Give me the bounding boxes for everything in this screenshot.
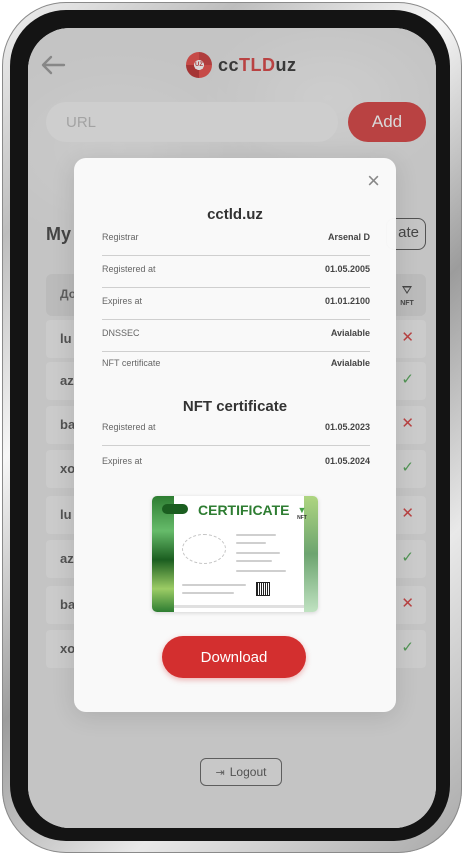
certificate-nft-label: NFT xyxy=(297,515,307,521)
certificate-text-line xyxy=(236,570,286,572)
info-value: Avialable xyxy=(330,328,370,338)
certificate-nft-mark: ▼ NFT xyxy=(294,505,310,522)
certificate-text-line xyxy=(236,560,272,562)
info-row-registered: Registered at 01.05.2005 xyxy=(102,256,370,288)
modal-domain-title: cctld.uz xyxy=(207,206,263,223)
info-label: DNSSEC xyxy=(102,328,140,338)
info-label: Registered at xyxy=(102,422,156,432)
info-value: 01.05.2005 xyxy=(324,264,370,274)
certificate-text-line xyxy=(236,552,280,554)
info-value: Arsenal D xyxy=(327,232,370,242)
download-button[interactable]: Download xyxy=(162,636,306,678)
nft-logo-icon: ▼ xyxy=(297,505,307,515)
info-row-registrar: Registrar Arsenal D xyxy=(102,224,370,256)
certificate-badge xyxy=(162,504,188,514)
app-screen: UZ ccTLDuz Add My ate До NFT lu ✕ az ✓ b… xyxy=(28,28,436,828)
info-label: Registered at xyxy=(102,264,156,274)
certificate-title: CERTIFICATE xyxy=(198,502,290,518)
info-row-expires: Expires at 01.01.2100 xyxy=(102,288,370,320)
certificate-qr-icon xyxy=(256,582,270,596)
info-value: 01.05.2023 xyxy=(324,422,370,432)
certificate-text-line xyxy=(182,584,246,586)
domain-info-modal: × cctld.uz Registrar Arsenal D Registere… xyxy=(74,158,396,712)
info-value: Avialable xyxy=(330,358,370,368)
certificate-text-line xyxy=(236,534,276,536)
info-label: Expires at xyxy=(102,456,143,466)
info-label: NFT certificate xyxy=(102,358,161,368)
info-value: 01.01.2100 xyxy=(324,296,370,306)
info-label: Expires at xyxy=(102,296,143,306)
nft-certificate-image[interactable]: CERTIFICATE ▼ NFT xyxy=(152,496,318,612)
nft-info-expires: Expires at 01.05.2024 xyxy=(102,448,370,480)
certificate-text-line xyxy=(182,592,234,594)
close-icon[interactable]: × xyxy=(367,170,380,192)
info-value: 01.05.2024 xyxy=(324,456,370,466)
certificate-footer xyxy=(174,605,304,608)
info-row-dnssec: DNSSEC Avialable xyxy=(102,320,370,352)
info-label: Registrar xyxy=(102,232,139,242)
certificate-artwork xyxy=(182,534,226,564)
nft-section-title: NFT certificate xyxy=(182,398,288,415)
nft-info-registered: Registered at 01.05.2023 xyxy=(102,414,370,446)
info-row-nft: NFT certificate Avialable xyxy=(102,350,370,382)
certificate-text-line xyxy=(236,542,266,544)
